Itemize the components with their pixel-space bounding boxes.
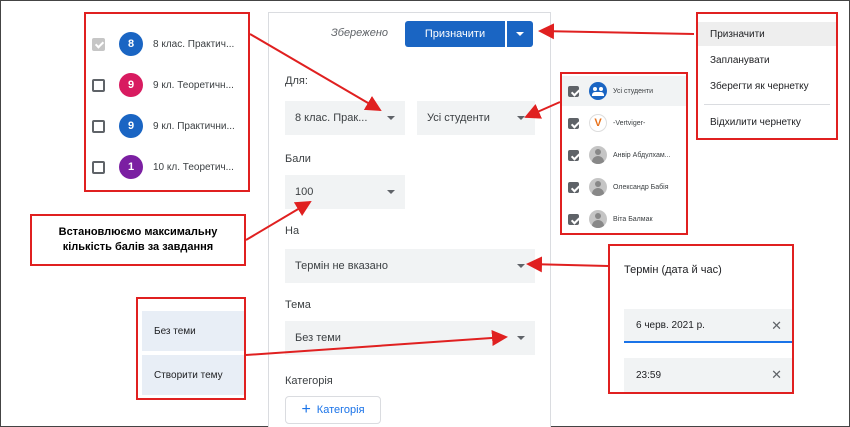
person-icon xyxy=(589,178,607,196)
plus-icon: + xyxy=(301,401,311,418)
menu-item-assign[interactable]: Призначити xyxy=(698,22,836,46)
class-avatar: 9 xyxy=(119,73,143,97)
class-label: 9 кл. Практични... xyxy=(153,120,235,132)
assign-button[interactable]: Призначити xyxy=(405,21,505,47)
menu-item-discard-draft[interactable]: Відхилити чернетку xyxy=(698,110,836,134)
menu-divider xyxy=(704,104,830,105)
class-label: 8 клас. Практич... xyxy=(153,38,235,50)
points-label: Бали xyxy=(285,153,311,165)
due-time-value: 23:59 xyxy=(636,369,662,381)
student-checkbox[interactable] xyxy=(568,85,579,97)
student-checkbox[interactable] xyxy=(568,213,579,225)
category-label: Категорія xyxy=(285,375,333,387)
group-icon xyxy=(589,82,607,100)
class-list-panel: 8 8 клас. Практич... 9 9 кл. Теоретичн..… xyxy=(84,12,250,192)
due-select[interactable]: Термін не вказано xyxy=(285,249,535,283)
class-label: 9 кл. Теоретичн... xyxy=(153,79,234,91)
class-label: 10 кл. Теоретич... xyxy=(153,161,234,173)
topic-item-none[interactable]: Без теми xyxy=(142,311,244,351)
topic-label: Тема xyxy=(285,299,311,311)
saved-status: Збережено xyxy=(331,27,389,39)
class-item[interactable]: 9 9 кл. Теоретичн... xyxy=(86,65,248,105)
topic-item-create[interactable]: Створити тему xyxy=(142,355,244,395)
topic-select[interactable]: Без теми xyxy=(285,321,535,355)
class-avatar: 1 xyxy=(119,155,143,179)
person-icon xyxy=(589,210,607,228)
chevron-down-icon xyxy=(387,190,395,194)
points-callout: Встановлюємо максимальну кількість балів… xyxy=(30,214,246,266)
student-name: Олександр Бабія xyxy=(613,183,669,191)
due-time-input[interactable]: 23:59 ✕ xyxy=(624,358,792,392)
student-name: -Vertviger- xyxy=(613,119,646,127)
class-item[interactable]: 8 8 клас. Практич... xyxy=(86,24,248,64)
due-value: Термін не вказано xyxy=(295,260,388,272)
students-list-panel: Усі студенти V -Vertviger- Анвір Абдулха… xyxy=(560,72,688,235)
due-date-value: 6 черв. 2021 р. xyxy=(636,319,705,331)
chevron-down-icon xyxy=(387,116,395,120)
class-checkbox[interactable] xyxy=(92,160,105,174)
chevron-down-icon xyxy=(517,116,525,120)
close-icon[interactable]: ✕ xyxy=(771,367,782,383)
class-item[interactable]: 9 9 кл. Практични... xyxy=(86,106,248,146)
topic-menu: Без теми Створити тему xyxy=(136,297,246,400)
person-icon xyxy=(589,146,607,164)
student-item[interactable]: V -Vertviger- xyxy=(562,108,686,138)
chevron-down-icon xyxy=(517,336,525,340)
student-item[interactable]: Віта Балмак xyxy=(562,204,686,234)
student-name: Віта Балмак xyxy=(613,215,653,223)
student-item[interactable]: Анвір Абдулхам... xyxy=(562,140,686,170)
for-label: Для: xyxy=(285,75,308,87)
student-name: Усі студенти xyxy=(613,87,653,95)
class-avatar: 9 xyxy=(119,114,143,138)
add-category-button[interactable]: + Категорія xyxy=(285,396,381,424)
class-select-value: 8 клас. Прак... xyxy=(295,112,368,124)
assignment-settings-panel: Збережено Призначити Для: 8 клас. Прак..… xyxy=(268,12,551,427)
topic-value: Без теми xyxy=(295,332,341,344)
due-date-input[interactable]: 6 черв. 2021 р. ✕ xyxy=(624,309,792,343)
assign-menu: Призначити Запланувати Зберегти як черне… xyxy=(696,12,838,140)
class-checkbox[interactable] xyxy=(92,78,105,92)
points-value: 100 xyxy=(295,186,314,198)
student-item[interactable]: Олександр Бабія xyxy=(562,172,686,202)
class-checkbox[interactable] xyxy=(92,37,105,51)
class-checkbox[interactable] xyxy=(92,119,105,133)
due-date-panel: Термін (дата й час) 6 черв. 2021 р. ✕ 23… xyxy=(608,244,794,394)
assign-dropdown-button[interactable] xyxy=(507,21,533,47)
students-select[interactable]: Усі студенти xyxy=(417,101,535,135)
student-checkbox[interactable] xyxy=(568,117,579,129)
student-checkbox[interactable] xyxy=(568,149,579,161)
menu-item-save-draft[interactable]: Зберегти як чернетку xyxy=(698,74,836,98)
points-select[interactable]: 100 xyxy=(285,175,405,209)
student-checkbox[interactable] xyxy=(568,181,579,193)
due-panel-title: Термін (дата й час) xyxy=(624,264,722,276)
class-avatar: 8 xyxy=(119,32,143,56)
student-name: Анвір Абдулхам... xyxy=(613,151,671,159)
class-select[interactable]: 8 клас. Прак... xyxy=(285,101,405,135)
chevron-down-icon xyxy=(516,32,524,36)
due-label: На xyxy=(285,225,300,237)
students-select-value: Усі студенти xyxy=(427,112,490,124)
student-item[interactable]: Усі студенти xyxy=(562,76,686,106)
menu-item-schedule[interactable]: Запланувати xyxy=(698,48,836,72)
close-icon[interactable]: ✕ xyxy=(771,318,782,334)
v-logo-icon: V xyxy=(589,114,607,132)
chevron-down-icon xyxy=(517,264,525,268)
add-category-label: Категорія xyxy=(316,404,365,416)
class-item[interactable]: 1 10 кл. Теоретич... xyxy=(86,147,248,187)
